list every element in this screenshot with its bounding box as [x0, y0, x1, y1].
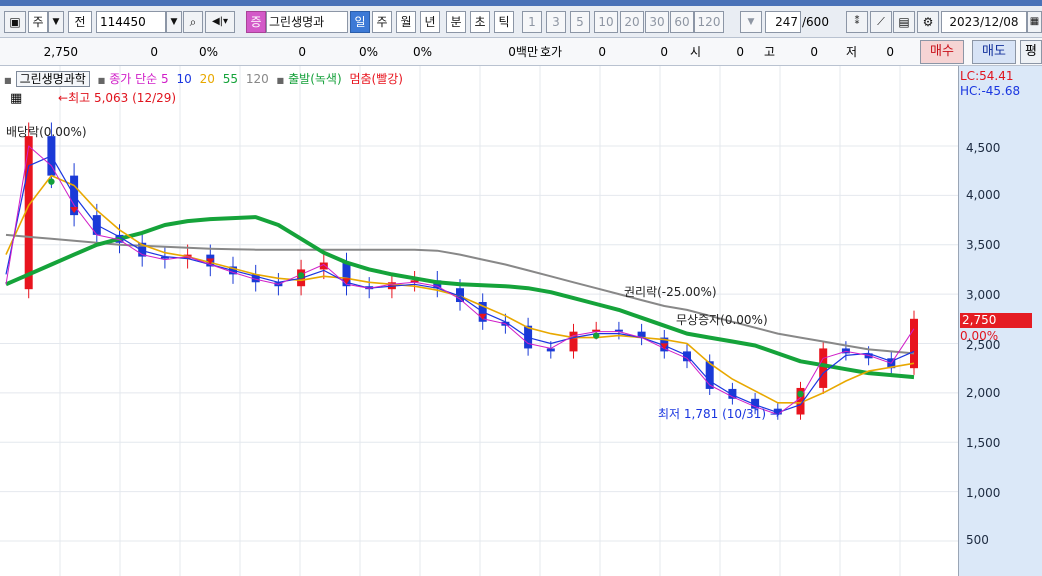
start-marker [797, 390, 804, 398]
y-tick-4500: 4,500 [966, 141, 1001, 155]
start-marker [48, 178, 55, 185]
change-rate: 0% [198, 45, 218, 59]
interval-30[interactable]: 30 [645, 11, 669, 33]
free-issue-annotation: 무상증자(0.00%) [676, 313, 768, 327]
legend-ma120[interactable]: 120 [246, 72, 269, 86]
legend-ma55[interactable]: 55 [223, 72, 238, 86]
interval-3[interactable]: 3 [546, 11, 566, 33]
period-second-tab[interactable]: 초 [470, 11, 490, 33]
chart-toolbar: ▣ 주 ▼ 전 ▼ ⌕ ◀|▾ 증 그린생명과 일 주 월 년 분 초 틱 1 … [0, 6, 1042, 38]
high-annotation: ←최고 5,063 (12/29) [58, 91, 177, 105]
current-rate-tag: 0.00% [960, 329, 999, 343]
hc-label: HC:-45.68 [960, 84, 1021, 98]
gear-icon[interactable]: ⚙ [917, 11, 939, 33]
stock-name-field[interactable]: 그린생명과 [266, 11, 348, 33]
stock-code-input[interactable] [96, 11, 166, 33]
buy-button[interactable]: 매수 [920, 40, 964, 64]
start-marker [297, 272, 305, 279]
candle-settings-icon[interactable]: ⁑ [846, 11, 868, 33]
period-week-tab[interactable]: 주 [372, 11, 392, 33]
interval-10[interactable]: 10 [594, 11, 618, 33]
volume: 0 [298, 45, 306, 59]
prev-button[interactable]: 전 [68, 11, 92, 33]
y-tick-3000: 3,000 [966, 288, 1001, 302]
date-field[interactable]: 2023/12/08 [941, 11, 1027, 33]
legend-square-icon: ■ [276, 76, 285, 85]
period-tick-tab[interactable]: 틱 [494, 11, 514, 33]
code-dropdown-icon[interactable]: ▼ [166, 11, 182, 33]
legend-square-icon: ■ [97, 76, 106, 85]
open-label: 시 [690, 45, 702, 59]
y-tick-4000: 4,000 [966, 188, 1001, 202]
legend-start-label[interactable]: 출발(녹색) [288, 72, 342, 86]
high-value: 0 [810, 45, 818, 59]
period-year-tab[interactable]: 년 [420, 11, 440, 33]
calendar-icon[interactable]: ▦ [1027, 11, 1042, 33]
legend-square-icon: ■ [4, 76, 12, 85]
candle-down [683, 351, 691, 362]
chart-table-icon[interactable]: ▦ [10, 91, 22, 106]
open-value: 0 [736, 45, 744, 59]
start-marker [593, 332, 600, 339]
eval-button[interactable]: 평 [1020, 40, 1042, 64]
chart-legend: ■ 그린생명과학 ■ 종가 단순 5 10 20 55 120 ■ 출발(녹색) 멈춤… [4, 70, 407, 88]
candle-up [910, 318, 918, 369]
volume-toggle-icon[interactable]: ◀|▾ [205, 11, 235, 33]
trade-amount: 0백만 [508, 45, 538, 59]
search-icon[interactable]: ⌕ [183, 11, 203, 33]
price-chart[interactable] [0, 66, 958, 576]
interval-20[interactable]: 20 [620, 11, 644, 33]
legend-ma10[interactable]: 10 [176, 72, 191, 86]
interval-120[interactable]: 120 [694, 11, 724, 33]
interval-dropdown-icon[interactable]: ▼ [740, 11, 762, 33]
period-minute-tab[interactable]: 분 [446, 11, 466, 33]
current-price-tag: 2,750 [960, 313, 1032, 328]
low-annotation: 최저 1,781 (10/31) → [658, 407, 780, 421]
dividend-annotation: 배당락(0.00%) [6, 125, 87, 139]
current-price: 2,750 [43, 45, 78, 59]
candle-up [819, 348, 828, 388]
data-count-total: /600 [802, 15, 829, 29]
market-dropdown-icon[interactable]: ▼ [48, 11, 64, 33]
turnover-rate: 0% [412, 45, 432, 59]
quote-row: 2,750 0 0% 0 0% 0% 0백만 호가 0 0 시 0 고 0 저 … [0, 38, 1042, 66]
jeung-badge[interactable]: 증 [246, 11, 266, 33]
volume-rate: 0% [358, 45, 378, 59]
high-label: 고 [764, 45, 776, 59]
trend-line-icon[interactable]: ⟋ [870, 11, 892, 33]
y-tick-1000: 1,000 [966, 486, 1001, 500]
y-tick-1500: 1,500 [966, 436, 1001, 450]
legend-ma20[interactable]: 20 [200, 72, 215, 86]
y-tick-2000: 2,000 [966, 386, 1001, 400]
stock-code-field[interactable] [97, 12, 165, 32]
lc-label: LC:54.41 [960, 69, 1014, 83]
y-tick-500: 500 [966, 533, 989, 547]
legend-stock-name[interactable]: 그린생명과학 [15, 71, 90, 87]
interval-60[interactable]: 60 [670, 11, 694, 33]
market-select[interactable]: 주 [28, 11, 48, 33]
period-month-tab[interactable]: 월 [396, 11, 416, 33]
legend-ma-title[interactable]: 종가 단순 [109, 72, 157, 86]
legend-ma5[interactable]: 5 [161, 72, 169, 86]
data-count-input[interactable]: 247 [765, 11, 801, 33]
save-icon[interactable]: ▤ [893, 11, 915, 33]
hoga-label: 호가 [540, 45, 563, 59]
left-arrow-icon: ← [58, 91, 69, 105]
interval-5[interactable]: 5 [570, 11, 590, 33]
y-tick-3500: 3,500 [966, 238, 1001, 252]
low-value: 0 [886, 45, 894, 59]
rights-annotation: 권리락(-25.00%) [624, 285, 717, 299]
price-change: 0 [150, 45, 158, 59]
hoga-value-1: 0 [598, 45, 606, 59]
period-day-tab[interactable]: 일 [350, 11, 370, 33]
legend-stop-label[interactable]: 멈춤(빨강) [349, 72, 403, 86]
interval-1[interactable]: 1 [522, 11, 542, 33]
right-arrow-icon: → [766, 407, 780, 421]
hoga-value-2: 0 [660, 45, 668, 59]
chart-menu-icon[interactable]: ▣ [4, 11, 26, 33]
sell-button[interactable]: 매도 [972, 40, 1016, 64]
